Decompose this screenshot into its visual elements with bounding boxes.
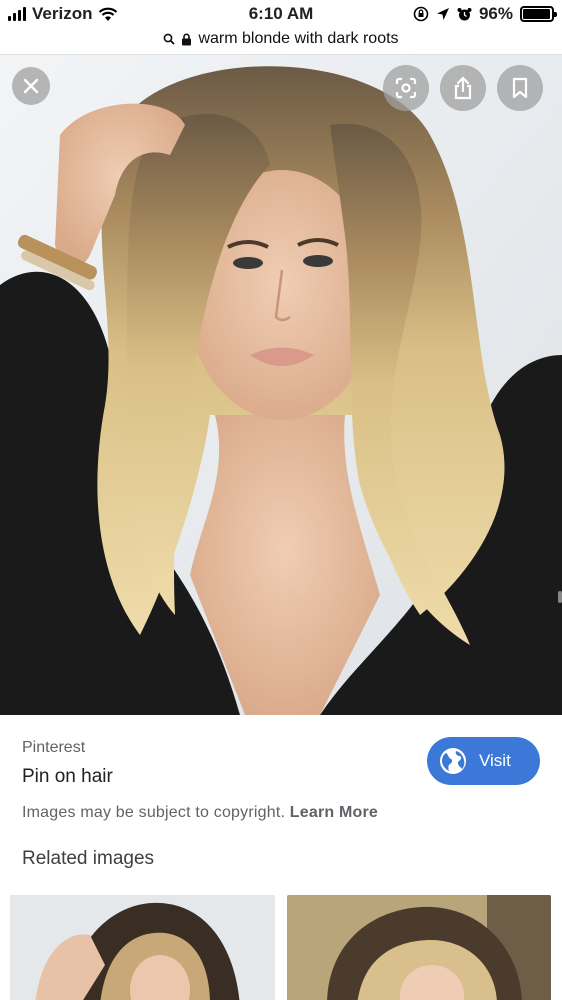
- status-right: 96%: [413, 4, 557, 24]
- orientation-lock-icon: [413, 6, 429, 22]
- related-images-heading: Related images: [22, 848, 155, 869]
- url-bar[interactable]: warm blonde with dark roots: [0, 26, 562, 52]
- related-image-thumbnail[interactable]: [10, 895, 275, 1000]
- main-photo[interactable]: [0, 55, 562, 715]
- close-icon: [23, 78, 39, 94]
- image-info-panel: Pinterest Pin on hair Visit Images may b…: [0, 715, 562, 1000]
- visit-button[interactable]: Visit: [427, 737, 540, 785]
- source-name[interactable]: Pinterest: [22, 739, 85, 757]
- image-title[interactable]: Pin on hair: [22, 766, 113, 788]
- globe-icon: [440, 748, 466, 774]
- alarm-icon: [457, 7, 472, 20]
- learn-more-link[interactable]: Learn More: [290, 804, 378, 821]
- share-button[interactable]: [440, 65, 486, 111]
- copyright-notice: Images may be subject to copyright. Lear…: [22, 804, 378, 822]
- close-button[interactable]: [12, 67, 50, 105]
- image-viewer[interactable]: [0, 55, 562, 715]
- battery-icon: [520, 6, 557, 22]
- location-icon: [436, 8, 449, 20]
- lock-icon: [182, 33, 192, 45]
- status-bar: Verizon 6:10 AM 96%: [0, 0, 562, 28]
- lens-button[interactable]: [383, 65, 429, 111]
- url-query: warm blonde with dark roots: [198, 30, 399, 47]
- related-image-thumbnail[interactable]: [287, 895, 551, 1000]
- share-icon: [454, 76, 472, 100]
- search-icon: [164, 33, 176, 45]
- save-button[interactable]: [497, 65, 543, 111]
- scrollbar[interactable]: [558, 591, 562, 603]
- battery-percent: 96%: [478, 4, 513, 23]
- bookmark-icon: [512, 77, 528, 99]
- visit-label: Visit: [479, 751, 511, 770]
- copyright-text: Images may be subject to copyright.: [22, 804, 286, 821]
- lens-icon: [395, 77, 417, 99]
